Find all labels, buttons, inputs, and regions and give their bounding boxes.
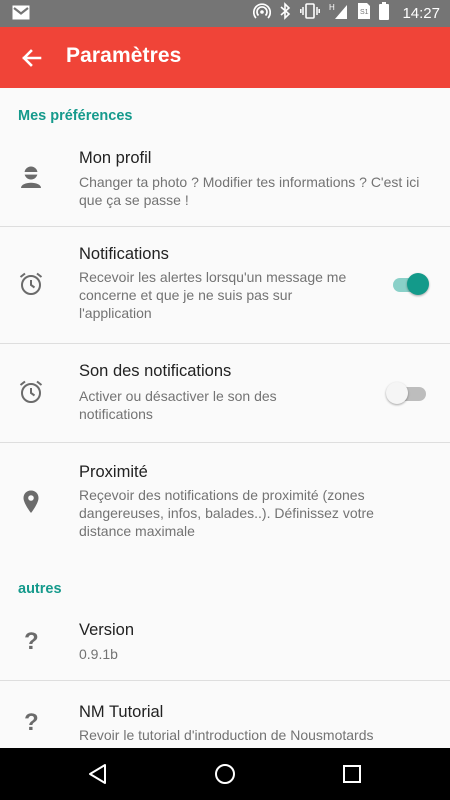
setting-item-notifications[interactable]: Notifications Recevoir les alertes lorsq… xyxy=(0,227,450,343)
setting-title: NM Tutorial xyxy=(79,703,164,721)
clock: 14:27 xyxy=(402,5,440,22)
status-bar: H S1 14:27 xyxy=(0,0,450,27)
sim-icon: S1 xyxy=(358,3,371,24)
section-header-others: autres xyxy=(18,581,62,597)
section-header-preferences: Mes préférences xyxy=(18,108,133,124)
setting-item-tutorial[interactable]: ? NM Tutorial Revoir le tutorial d'intro… xyxy=(0,681,450,748)
setting-summary: Reçevoir des notifications de proximité … xyxy=(79,487,374,539)
setting-summary: Revoir le tutorial d'introduction de Nou… xyxy=(79,727,374,743)
setting-title: Version xyxy=(79,621,135,639)
setting-item-profile[interactable]: Mon profil Changer ta photo ? Modifier t… xyxy=(0,128,450,226)
setting-item-proximity[interactable]: Proximité Reçevoir des notifications de … xyxy=(0,443,450,553)
profile-icon xyxy=(18,164,44,190)
gmail-icon xyxy=(12,5,30,25)
setting-title: Notifications xyxy=(79,245,169,263)
navigation-bar xyxy=(0,748,450,800)
setting-item-notification-sound[interactable]: Son des notifications Activer ou désacti… xyxy=(0,344,450,442)
back-arrow-icon[interactable] xyxy=(19,45,45,71)
battery-icon xyxy=(379,2,390,25)
setting-summary: Changer ta photo ? Modifier tes informat… xyxy=(79,174,420,208)
setting-title: Son des notifications xyxy=(79,362,232,380)
signal-icon: H xyxy=(329,2,349,25)
help-icon: ? xyxy=(18,708,44,736)
home-circle-icon[interactable] xyxy=(213,762,237,786)
setting-summary: Recevoir les alertes lorsqu'un message m… xyxy=(79,269,347,321)
setting-title: Mon profil xyxy=(79,149,152,167)
notification-sound-toggle[interactable] xyxy=(386,382,428,404)
settings-list[interactable]: Mes préférences Mon profil Changer ta ph… xyxy=(0,88,450,748)
help-icon: ? xyxy=(18,627,44,655)
vibrate-icon xyxy=(300,2,321,25)
bluetooth-icon xyxy=(280,2,291,25)
svg-text:?: ? xyxy=(24,628,39,653)
notifications-toggle[interactable] xyxy=(393,273,429,295)
location-pin-icon xyxy=(18,489,44,515)
setting-title: Proximité xyxy=(79,463,148,481)
svg-text:H: H xyxy=(329,3,335,12)
back-triangle-icon[interactable] xyxy=(86,762,110,786)
alarm-icon xyxy=(18,379,44,405)
toggle-thumb xyxy=(407,273,429,295)
hotspot-icon xyxy=(253,2,272,25)
setting-summary: 0.9.1b xyxy=(79,646,118,662)
toggle-thumb xyxy=(386,382,408,404)
setting-summary: Activer ou désactiver le son des notific… xyxy=(79,388,277,422)
setting-item-version[interactable]: ? Version 0.9.1b xyxy=(0,600,450,680)
recents-square-icon[interactable] xyxy=(340,762,364,786)
svg-text:?: ? xyxy=(24,709,39,734)
svg-text:S1: S1 xyxy=(360,9,369,16)
alarm-icon xyxy=(18,271,44,297)
page-title: Paramètres xyxy=(66,44,182,67)
app-toolbar: Paramètres xyxy=(0,27,450,88)
